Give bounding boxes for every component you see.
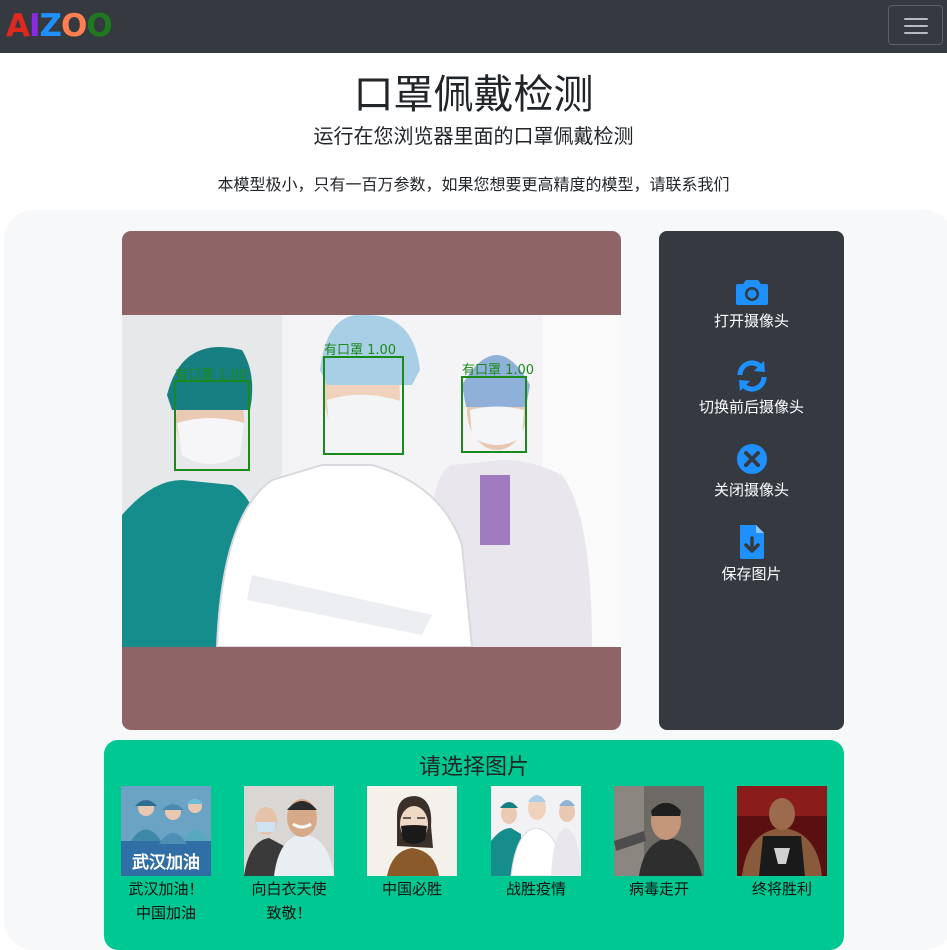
gallery-caption: 病毒走开: [628, 880, 689, 898]
close-camera-button[interactable]: 关闭摄像头: [659, 443, 844, 500]
thumbnail-image: [244, 786, 334, 876]
gallery-item-fight-epidemic[interactable]: 战胜疫情: [481, 786, 591, 901]
gallery-caption: 中国必胜: [381, 880, 442, 898]
detection-photo: 有口罩 1.00 有口罩 1.00 有口罩 1.00: [122, 315, 621, 647]
switch-camera-label: 切换前后摄像头: [698, 398, 804, 416]
gallery-item-china[interactable]: 中国必胜: [357, 786, 467, 901]
brand-letter: A: [6, 8, 30, 44]
brand-letter: Z: [39, 8, 63, 44]
thumbnail-image: [614, 786, 704, 876]
close-circle-icon: [736, 444, 767, 474]
thumbnail-image: 武汉加油: [121, 786, 211, 876]
gallery-item-angels[interactable]: 向白衣天使 致敬！: [234, 786, 344, 925]
gallery-item-wuhan[interactable]: 武汉加油 武汉加油！ 中国加油: [111, 786, 221, 925]
thumbnail-image: [737, 786, 827, 876]
gallery-caption: 向白衣天使 致敬！: [251, 880, 327, 922]
medical-staff-illustration: 有口罩 1.00 有口罩 1.00 有口罩 1.00: [122, 315, 621, 647]
save-image-label: 保存图片: [721, 565, 782, 583]
detection-canvas: 有口罩 1.00 有口罩 1.00 有口罩 1.00: [122, 231, 621, 730]
open-camera-button[interactable]: 打开摄像头: [659, 278, 844, 331]
detection-label: 有口罩 1.00: [462, 363, 534, 378]
thumbnail-image: [491, 786, 581, 876]
gallery-item-victory[interactable]: 终将胜利: [727, 786, 837, 901]
image-gallery: 请选择图片 武汉加油 武汉加油！ 中国加油 向白衣天使 致敬！ 中国必胜 战胜疫…: [104, 740, 844, 950]
file-download-icon: [739, 525, 764, 559]
brand-logo[interactable]: A I Z O O: [6, 6, 113, 46]
gallery-item-virus-away[interactable]: 病毒走开: [604, 786, 714, 901]
gallery-caption: 终将胜利: [751, 880, 812, 898]
brand-letter: I: [29, 8, 41, 44]
detection-label: 有口罩 1.00: [324, 343, 396, 358]
open-camera-label: 打开摄像头: [713, 312, 789, 330]
switch-camera-button[interactable]: 切换前后摄像头: [659, 360, 844, 417]
gallery-caption: 战胜疫情: [505, 880, 566, 898]
camera-icon: [735, 280, 768, 305]
sync-icon: [736, 360, 767, 392]
brand-letter: O: [61, 8, 87, 44]
detection-label: 有口罩 1.00: [175, 368, 247, 383]
menu-toggle-button[interactable]: [888, 5, 943, 45]
thumbnail-overlay-text: 武汉加油: [132, 852, 200, 873]
gallery-title: 请选择图片: [418, 755, 529, 780]
page-description: 本模型极小，只有一百万参数，如果您想要更高精度的模型，请联系我们: [217, 175, 730, 194]
thumbnail-image: [367, 786, 457, 876]
close-camera-label: 关闭摄像头: [713, 481, 789, 499]
brand-letter: O: [86, 8, 112, 44]
page-title: 口罩佩戴检测: [353, 72, 594, 118]
save-image-button[interactable]: 保存图片: [659, 525, 844, 584]
control-panel: 打开摄像头 切换前后摄像头 关闭摄像头 保存图片: [659, 231, 844, 730]
navbar: A I Z O O: [0, 0, 947, 53]
gallery-caption: 武汉加油！ 中国加油: [128, 880, 204, 922]
page-subtitle: 运行在您浏览器里面的口罩佩戴检测: [313, 124, 634, 148]
